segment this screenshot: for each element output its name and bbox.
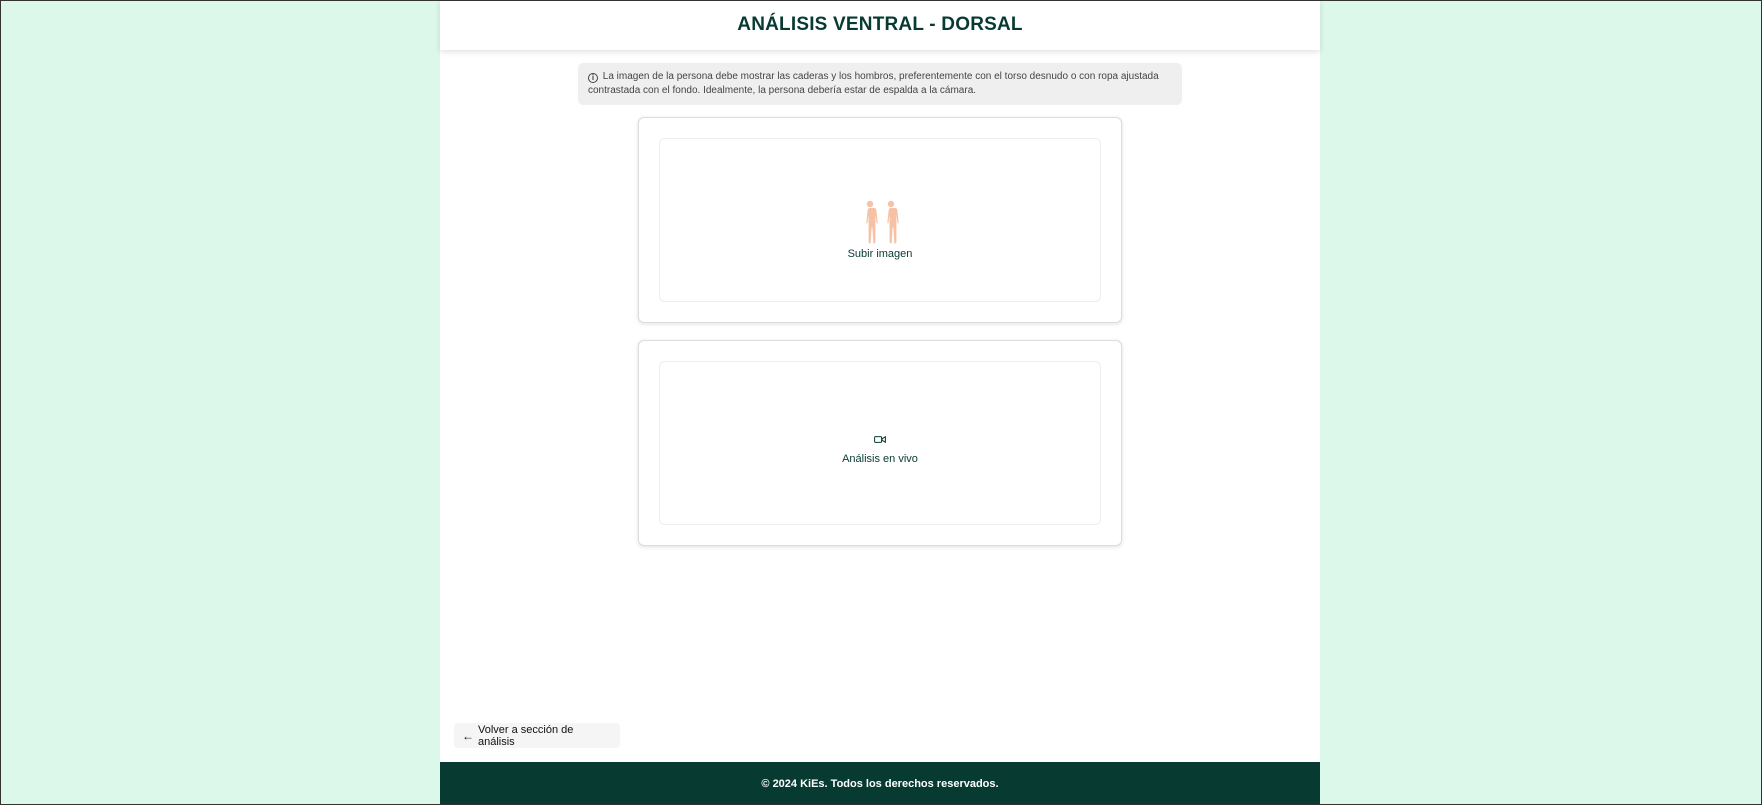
page-footer: © 2024 KiEs. Todos los derechos reservad… [440, 762, 1320, 805]
video-camera-icon [874, 431, 886, 449]
app-container: ANÁLISIS VENTRAL - DORSAL i La imagen de… [440, 0, 1320, 805]
back-to-analysis-button[interactable]: ← Volver a sección de análisis [454, 723, 620, 748]
upload-image-label: Subir imagen [847, 248, 913, 260]
human-body-icon [861, 200, 900, 244]
back-button-label: Volver a sección de análisis [478, 723, 574, 748]
upload-card: Subir imagen [638, 117, 1122, 323]
info-circle-icon: i [588, 73, 598, 83]
arrow-left-icon: ← [462, 728, 474, 743]
footer-copyright: © 2024 KiEs. Todos los derechos reservad… [761, 777, 999, 790]
page-title: ANÁLISIS VENTRAL - DORSAL [737, 14, 1023, 35]
live-analysis-card: Análisis en vivo [638, 340, 1122, 546]
live-analysis-label: Análisis en vivo [842, 453, 918, 465]
info-text: La imagen de la persona debe mostrar las… [588, 71, 1159, 96]
info-notice: i La imagen de la persona debe mostrar l… [578, 63, 1182, 105]
page-header: ANÁLISIS VENTRAL - DORSAL [440, 0, 1320, 50]
live-analysis-button[interactable]: Análisis en vivo [659, 361, 1101, 525]
upload-image-button[interactable]: Subir imagen [659, 138, 1101, 302]
